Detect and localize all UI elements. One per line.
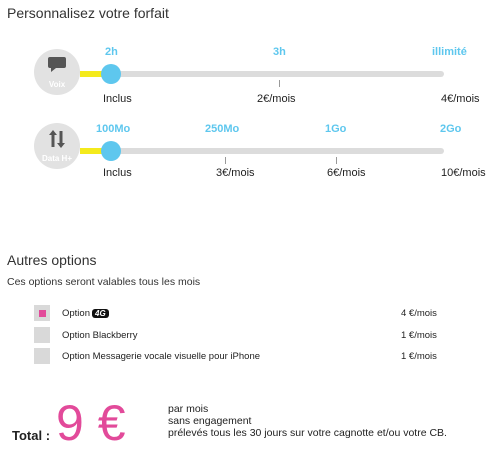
option-checkbox[interactable] (34, 348, 50, 364)
options-section-subtitle: Ces options seront valables tous les moi… (7, 276, 201, 288)
option-row[interactable]: Option 4G 4 €/mois (34, 305, 454, 323)
stop-price: 4€/mois (441, 93, 480, 105)
tick-mark (336, 157, 337, 164)
category-label: Voix (48, 80, 66, 89)
option-label: Option Messagerie vocale visuelle pour i… (62, 351, 261, 362)
page-title: Personnalisez votre forfait (7, 5, 169, 21)
tick-mark (225, 157, 226, 164)
option-price: 1 €/mois (401, 351, 437, 362)
total-detail-line: par mois (168, 403, 209, 415)
option-label: Option 4G (62, 308, 109, 319)
stop-price: 3€/mois (216, 167, 255, 179)
category-label: Data H+ (41, 154, 72, 163)
slider-voice: Voix 2h 3h illimité Inclus 2€/mois 4€/mo… (0, 40, 500, 110)
slider-handle[interactable] (101, 141, 121, 161)
tick-mark (279, 80, 280, 87)
stop-price: 10€/mois (441, 167, 486, 179)
slider-data: Data H+ 100Mo 250Mo 1Go 2Go Inclus 3€/mo… (0, 115, 500, 185)
option-row[interactable]: Option Messagerie vocale visuelle pour i… (34, 348, 454, 366)
stop-label[interactable]: 100Mo (96, 123, 130, 135)
category-data: Data H+ (34, 123, 80, 169)
up-down-arrows-icon (49, 130, 65, 148)
stop-label[interactable]: 2Go (440, 123, 461, 135)
stop-price: Inclus (103, 93, 132, 105)
options-section-title: Autres options (7, 252, 97, 268)
option-price: 4 €/mois (401, 308, 437, 319)
option-price: 1 €/mois (401, 330, 437, 341)
total-detail-line: prélevés tous les 30 jours sur votre cag… (168, 427, 447, 439)
option-checkbox[interactable] (34, 305, 50, 321)
stop-price: Inclus (103, 167, 132, 179)
speech-bubble-icon (48, 57, 66, 72)
stop-label[interactable]: illimité (432, 46, 467, 58)
category-voice: Voix (34, 49, 80, 95)
total-label: Total : (12, 428, 51, 443)
stop-label[interactable]: 1Go (325, 123, 346, 135)
stop-label[interactable]: 250Mo (205, 123, 239, 135)
slider-track[interactable] (80, 148, 444, 154)
slider-track[interactable] (80, 71, 444, 77)
4g-badge-icon: 4G (92, 308, 109, 318)
option-row[interactable]: Option Blackberry 1 €/mois (34, 327, 454, 345)
stop-price: 6€/mois (327, 167, 366, 179)
stop-label[interactable]: 3h (273, 46, 286, 58)
total-value: 9 € (56, 395, 126, 451)
total-detail-line: sans engagement (168, 415, 252, 427)
slider-handle[interactable] (101, 64, 121, 84)
checkbox-checked-mark (39, 310, 46, 317)
stop-label[interactable]: 2h (105, 46, 118, 58)
option-checkbox[interactable] (34, 327, 50, 343)
stop-price: 2€/mois (257, 93, 296, 105)
option-label: Option Blackberry (62, 330, 138, 341)
